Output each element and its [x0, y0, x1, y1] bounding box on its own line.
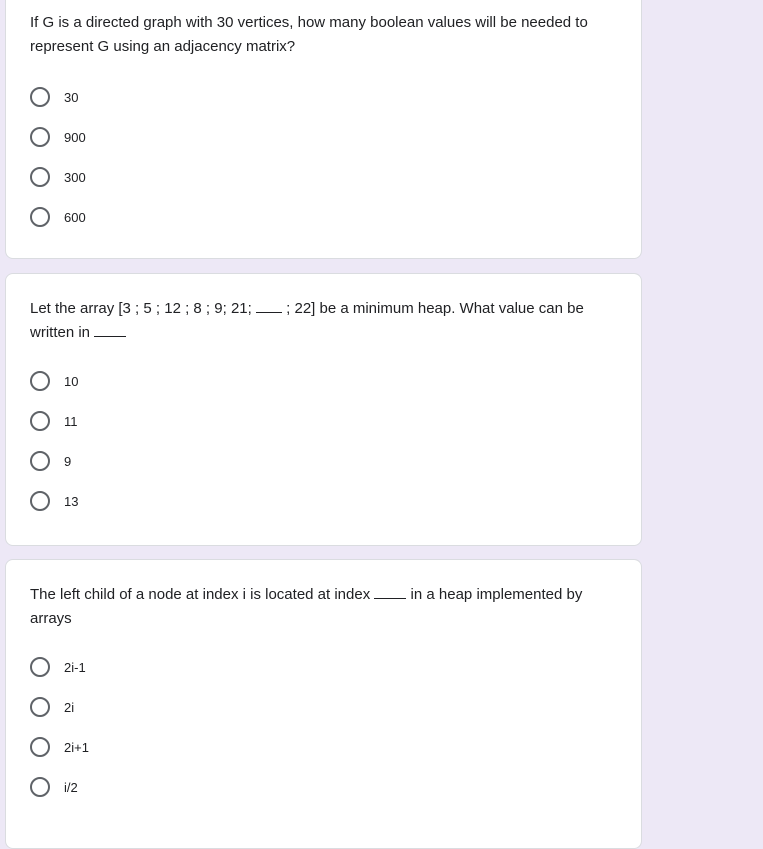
radio-button[interactable] [30, 127, 50, 147]
radio-button[interactable] [30, 371, 50, 391]
radio-button[interactable] [30, 491, 50, 511]
option-9[interactable]: 9 [30, 451, 71, 471]
question-text: If G is a directed graph with 30 vertice… [30, 14, 588, 55]
question-text: Let the array [3 ; 5 ; 12 ; 8 ; 9; 21; ;… [30, 300, 584, 341]
option-2i[interactable]: 2i [30, 697, 74, 717]
question-card-1: If G is a directed graph with 30 vertice… [5, 0, 642, 259]
radio-button[interactable] [30, 411, 50, 431]
option-300[interactable]: 300 [30, 167, 86, 187]
radio-button[interactable] [30, 167, 50, 187]
option-2i-1[interactable]: 2i-1 [30, 657, 86, 677]
radio-button[interactable] [30, 697, 50, 717]
option-2i+1[interactable]: 2i+1 [30, 737, 89, 757]
option-30[interactable]: 30 [30, 87, 78, 107]
question-card-2: Let the array [3 ; 5 ; 12 ; 8 ; 9; 21; ;… [5, 273, 642, 546]
option-13[interactable]: 13 [30, 491, 78, 511]
radio-button[interactable] [30, 451, 50, 471]
option-600[interactable]: 600 [30, 207, 86, 227]
option-11[interactable]: 11 [30, 411, 78, 431]
question-card-3: The left child of a node at index i is l… [5, 559, 642, 849]
option-900[interactable]: 900 [30, 127, 86, 147]
option-i/2[interactable]: i/2 [30, 777, 78, 797]
radio-button[interactable] [30, 657, 50, 677]
option-10[interactable]: 10 [30, 371, 78, 391]
radio-button[interactable] [30, 207, 50, 227]
radio-button[interactable] [30, 777, 50, 797]
question-text: The left child of a node at index i is l… [30, 586, 583, 627]
radio-button[interactable] [30, 87, 50, 107]
radio-button[interactable] [30, 737, 50, 757]
